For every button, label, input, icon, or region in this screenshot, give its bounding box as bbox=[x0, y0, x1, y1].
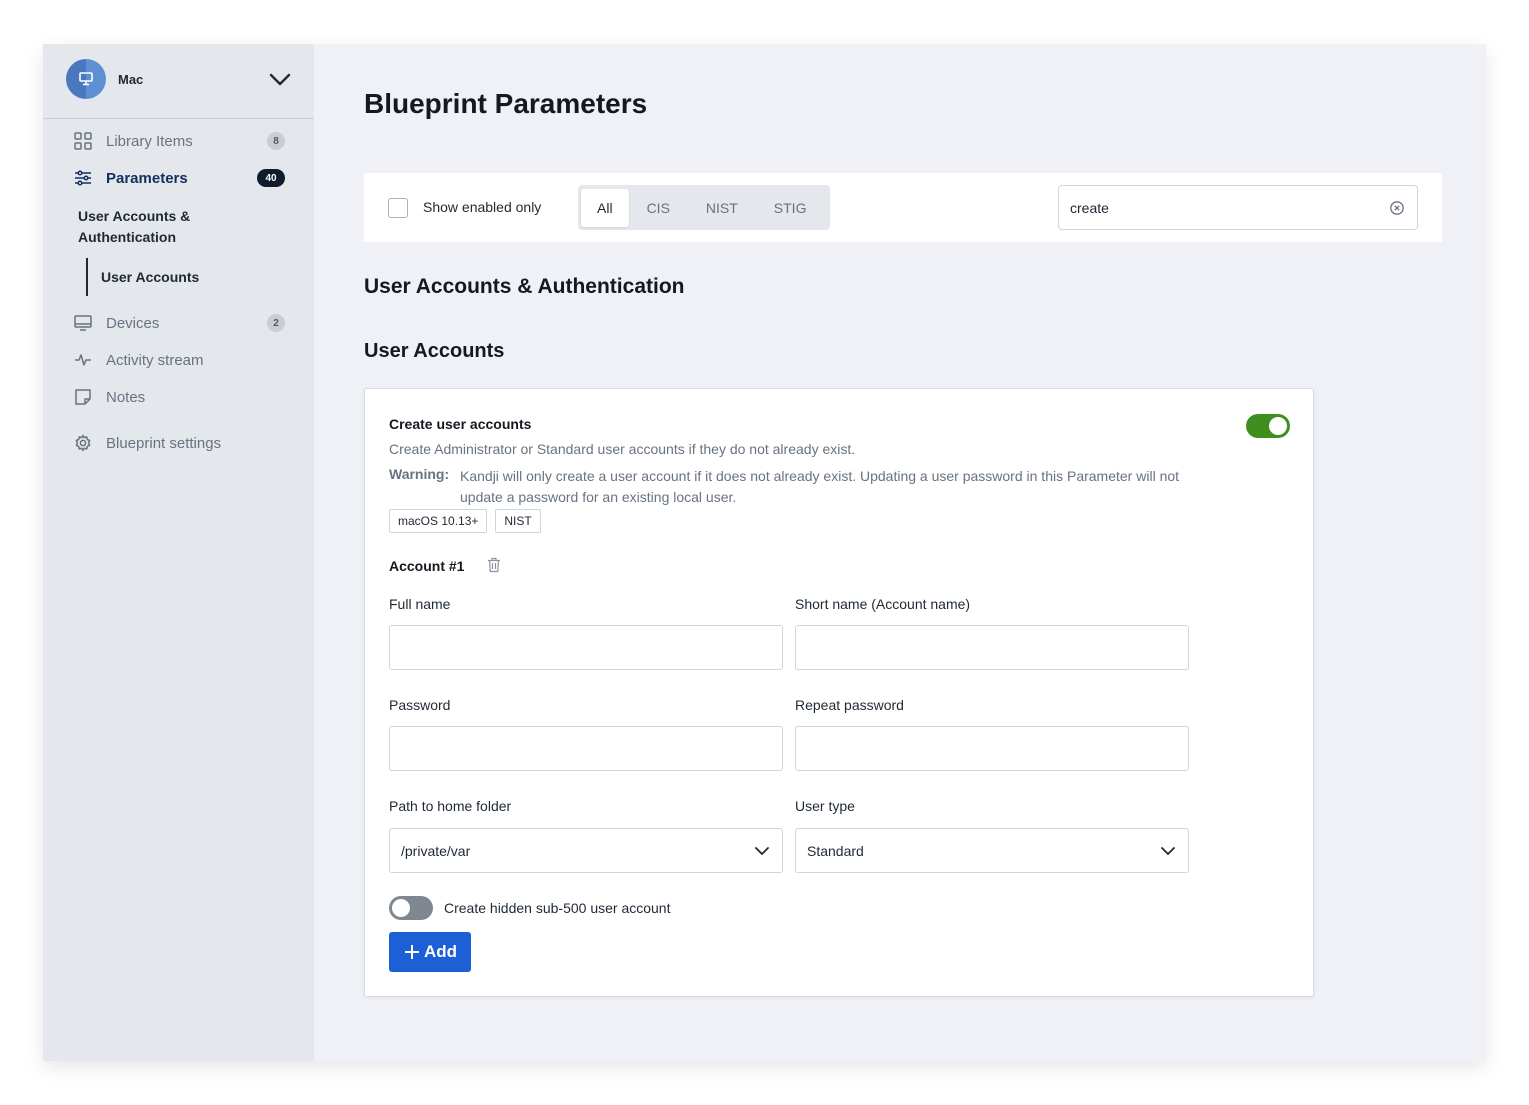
chevron-down-icon[interactable] bbox=[268, 69, 292, 89]
sliders-icon bbox=[73, 168, 93, 188]
search-input[interactable] bbox=[1070, 198, 1370, 218]
framework-tabs: All CIS NIST STIG bbox=[578, 185, 830, 230]
warning-text: Kandji will only create a user account i… bbox=[460, 468, 1180, 505]
repeat-password-field-wrapper bbox=[795, 726, 1189, 771]
chevron-down-icon bbox=[755, 847, 769, 855]
sidebar-item-label: Activity stream bbox=[106, 351, 204, 369]
short-name-field-wrapper bbox=[795, 625, 1189, 670]
sidebar-header: Mac bbox=[43, 44, 314, 119]
tab-all[interactable]: All bbox=[581, 188, 629, 227]
full-name-field-wrapper bbox=[389, 625, 783, 670]
show-enabled-label[interactable]: Show enabled only bbox=[423, 199, 541, 215]
full-name-input[interactable] bbox=[390, 626, 782, 669]
plus-icon bbox=[404, 945, 419, 959]
tab-stig[interactable]: STIG bbox=[756, 189, 825, 227]
activity-icon bbox=[73, 350, 93, 370]
home-folder-select[interactable]: /private/var bbox=[389, 828, 783, 873]
sidebar-subitem-user-accounts[interactable]: User Accounts bbox=[86, 258, 199, 296]
full-name-label: Full name bbox=[389, 596, 451, 612]
add-button-label: Add bbox=[423, 942, 458, 961]
subsection-title: User Accounts bbox=[364, 340, 505, 362]
sidebar-subgroup-user-accounts-authentication[interactable]: User Accounts & Authentication bbox=[78, 206, 238, 248]
grid-icon bbox=[73, 131, 93, 151]
main-content: Blueprint Parameters Show enabled only A… bbox=[314, 44, 1486, 1061]
repeat-password-input[interactable] bbox=[796, 727, 1188, 770]
app-window: Mac Library Items 8 Parameters 40 User A… bbox=[43, 44, 1486, 1061]
chevron-down-icon bbox=[1161, 847, 1175, 855]
show-enabled-checkbox[interactable] bbox=[388, 198, 408, 218]
parameter-enabled-toggle[interactable] bbox=[1246, 414, 1290, 438]
user-type-select[interactable]: Standard bbox=[795, 828, 1189, 873]
search-box bbox=[1058, 185, 1418, 230]
sidebar-item-label: Library Items bbox=[106, 132, 193, 150]
add-account-button[interactable]: Add bbox=[389, 932, 471, 972]
user-type-label: User type bbox=[795, 798, 855, 814]
hidden-account-label: Create hidden sub-500 user account bbox=[444, 900, 671, 916]
gear-icon bbox=[73, 433, 93, 453]
monitor-icon bbox=[73, 313, 93, 333]
tag-framework: NIST bbox=[495, 509, 541, 533]
tag-list: macOS 10.13+ NIST bbox=[389, 509, 541, 533]
hidden-account-toggle[interactable] bbox=[389, 896, 433, 920]
sidebar-item-devices[interactable]: Devices 2 bbox=[73, 311, 285, 335]
sidebar-item-label: Notes bbox=[106, 388, 146, 406]
warning-label: Warning: bbox=[389, 466, 450, 482]
page-title: Blueprint Parameters bbox=[364, 88, 648, 119]
sidebar-item-label: Blueprint settings bbox=[106, 434, 222, 452]
password-input[interactable] bbox=[390, 727, 782, 770]
home-folder-value: /private/var bbox=[401, 843, 471, 859]
parameter-card: Create user accounts Create Administrato… bbox=[364, 388, 1314, 997]
account-title: Account #1 bbox=[389, 558, 465, 574]
sidebar-item-notes[interactable]: Notes bbox=[73, 385, 285, 409]
parameter-title: Create user accounts bbox=[389, 416, 532, 432]
toggle-knob bbox=[1269, 417, 1287, 435]
tab-nist[interactable]: NIST bbox=[688, 189, 756, 227]
sidebar-item-blueprint-settings[interactable]: Blueprint settings bbox=[73, 431, 285, 455]
repeat-password-label: Repeat password bbox=[795, 697, 904, 713]
short-name-input[interactable] bbox=[796, 626, 1188, 669]
section-title: User Accounts & Authentication bbox=[364, 275, 685, 298]
sidebar-item-label: Devices bbox=[106, 314, 160, 332]
sidebar-item-label: Parameters bbox=[106, 169, 188, 187]
tag-os-version: macOS 10.13+ bbox=[389, 509, 488, 533]
sidebar-item-library-items[interactable]: Library Items 8 bbox=[73, 129, 285, 153]
password-label: Password bbox=[389, 697, 451, 713]
sidebar: Mac Library Items 8 Parameters 40 User A… bbox=[43, 44, 314, 1061]
trash-icon[interactable] bbox=[487, 557, 501, 573]
sidebar-item-activity-stream[interactable]: Activity stream bbox=[73, 348, 285, 372]
sidebar-item-parameters[interactable]: Parameters 40 bbox=[73, 166, 285, 190]
avatar bbox=[66, 59, 106, 99]
parameter-description: Create Administrator or Standard user ac… bbox=[389, 441, 856, 457]
password-field-wrapper bbox=[389, 726, 783, 771]
count-badge: 8 bbox=[267, 132, 285, 150]
home-folder-label: Path to home folder bbox=[389, 798, 512, 814]
clear-search-icon[interactable] bbox=[1389, 200, 1405, 216]
note-icon bbox=[73, 387, 93, 407]
blueprint-name: Mac bbox=[118, 72, 144, 87]
user-type-value: Standard bbox=[807, 843, 864, 859]
count-badge: 40 bbox=[257, 169, 285, 187]
filter-bar: Show enabled only All CIS NIST STIG bbox=[364, 173, 1442, 242]
computer-icon bbox=[79, 72, 93, 86]
toggle-knob bbox=[392, 899, 410, 917]
short-name-label: Short name (Account name) bbox=[795, 596, 971, 612]
count-badge: 2 bbox=[267, 314, 285, 332]
tab-cis[interactable]: CIS bbox=[629, 189, 688, 227]
